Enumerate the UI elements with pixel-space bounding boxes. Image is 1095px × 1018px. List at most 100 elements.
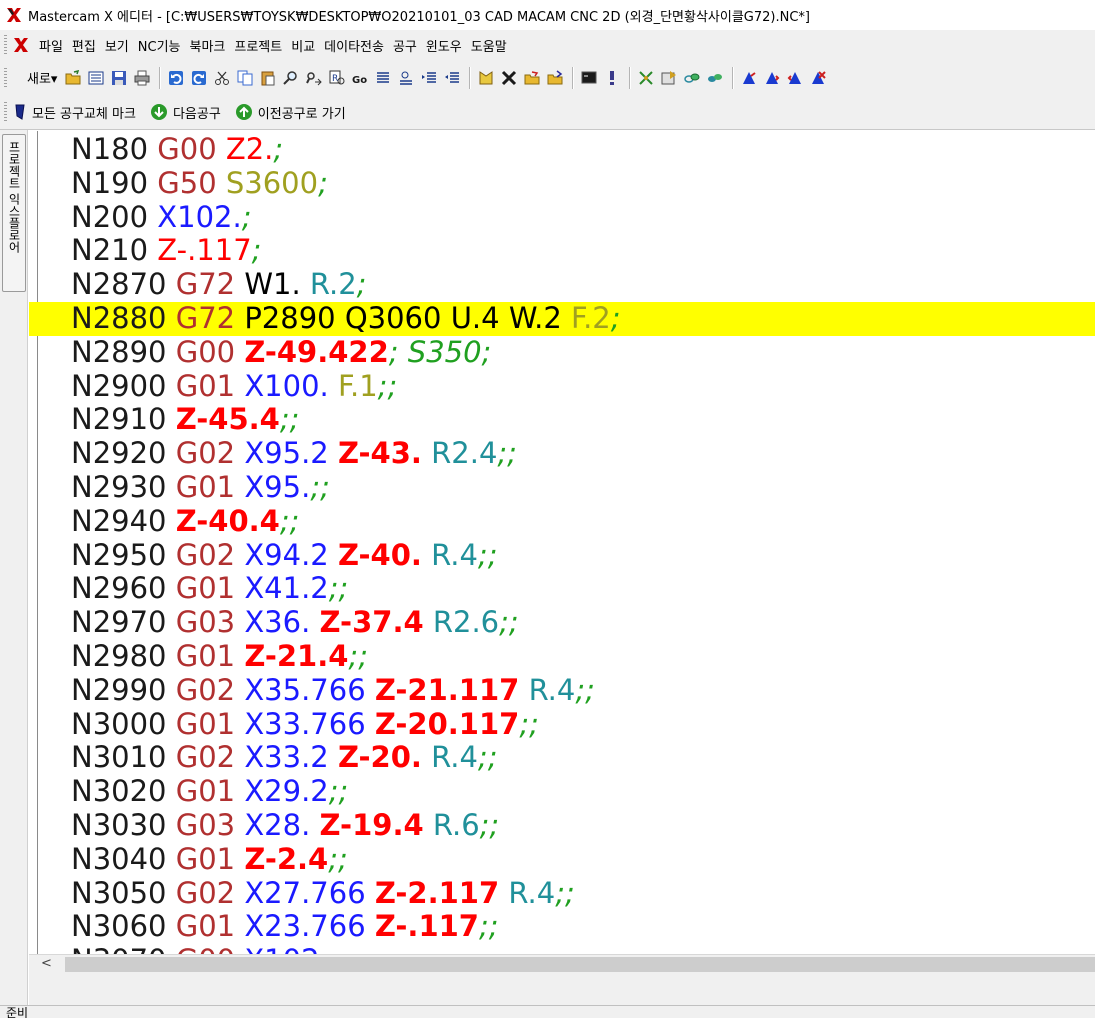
goto-icon[interactable]: Go <box>350 67 370 89</box>
toolbar-grip[interactable] <box>4 67 7 88</box>
code-token: ;; <box>328 774 349 809</box>
code-token: Z-40.4 <box>175 503 280 538</box>
menu-compare[interactable]: 비교 <box>287 36 319 55</box>
code-line[interactable]: N3060 G01 X23.766 Z-.117;; <box>71 909 1095 944</box>
open-recent-icon[interactable] <box>545 67 565 89</box>
menubar-grip[interactable] <box>4 35 7 55</box>
paste-icon[interactable] <box>258 67 278 89</box>
toolnav-grip[interactable] <box>4 102 7 122</box>
menu-file[interactable]: 파일 <box>35 36 67 55</box>
code-line[interactable]: N190 G50 S3600; <box>71 166 1095 201</box>
undo-icon[interactable] <box>166 67 186 89</box>
code-token: R2.4 <box>431 436 498 471</box>
code-line[interactable]: N2930 G01 X95.;; <box>71 470 1095 505</box>
marker-prev-icon[interactable] <box>785 67 805 89</box>
open-folder-icon[interactable] <box>63 67 83 89</box>
code-line[interactable]: N2870 G72 W1. R.2; <box>71 267 1095 302</box>
code-line[interactable]: N210 Z-.117; <box>71 233 1095 268</box>
code-line[interactable]: N2990 G02 X35.766 Z-21.117 R.4;; <box>71 673 1095 708</box>
marker-clear-icon[interactable] <box>808 67 828 89</box>
bookmark-link-icon[interactable] <box>682 67 702 89</box>
menu-project[interactable]: 프로젝트 <box>230 36 286 55</box>
bookmark-window-icon[interactable] <box>659 67 679 89</box>
outdent-icon[interactable] <box>442 67 462 89</box>
code-line[interactable]: N2980 G01 Z-21.4;; <box>71 639 1095 674</box>
code-line[interactable]: N3020 G01 X29.2;; <box>71 774 1095 809</box>
save-icon[interactable] <box>109 67 129 89</box>
prev-tool-label: 이전공구로 가기 <box>257 106 346 122</box>
next-tool-button[interactable]: 다음공구 <box>150 103 221 122</box>
code-token: N2870 <box>71 267 167 302</box>
code-token: X29.2 <box>244 774 329 809</box>
code-line[interactable]: N3030 G03 X28. Z-19.4 R.6;; <box>71 808 1095 843</box>
replace-icon[interactable]: R <box>327 67 347 89</box>
find-icon[interactable] <box>281 67 301 89</box>
mastercam-menu-icon[interactable] <box>13 37 29 53</box>
code-token: R.4 <box>431 537 478 572</box>
menu-view[interactable]: 보기 <box>101 36 133 55</box>
new-label: 새로 <box>27 72 51 87</box>
svg-text:Go: Go <box>352 75 367 86</box>
code-line[interactable]: N3050 G02 X27.766 Z-2.117 R.4;; <box>71 876 1095 911</box>
menu-tool[interactable]: 공구 <box>389 36 421 55</box>
renumber-icon[interactable] <box>476 67 496 89</box>
marker-next-icon[interactable] <box>762 67 782 89</box>
tool-mark-icon <box>15 104 25 120</box>
code-line[interactable]: N200 X102.; <box>71 200 1095 235</box>
bookmark-next-icon[interactable] <box>705 67 725 89</box>
bookmark-tools-icon[interactable] <box>636 67 656 89</box>
remove-numbers-icon[interactable] <box>499 67 519 89</box>
code-line[interactable]: N2960 G01 X41.2;; <box>71 571 1095 606</box>
alert-icon[interactable] <box>602 67 622 89</box>
code-token: N2900 <box>71 368 167 403</box>
code-line[interactable]: N2920 G02 X95.2 Z-43. R2.4;; <box>71 436 1095 471</box>
menu-window[interactable]: 윈도우 <box>422 36 466 55</box>
file-list-icon[interactable] <box>86 67 106 89</box>
code-line[interactable]: N3010 G02 X33.2 Z-20. R.4;; <box>71 740 1095 775</box>
find-next-icon[interactable] <box>304 67 324 89</box>
code-line[interactable]: N2950 G02 X94.2 Z-40. R.4;; <box>71 537 1095 573</box>
code-token: N3040 <box>71 841 167 876</box>
format-icon[interactable] <box>396 67 416 89</box>
side-panel: 프로젝트 익스플로어 <box>0 130 28 1005</box>
prev-tool-button[interactable]: 이전공구로 가기 <box>235 103 346 122</box>
cut-icon[interactable] <box>212 67 232 89</box>
all-tool-change-mark-button[interactable]: 모든 공구교체 마크 <box>13 103 136 122</box>
code-line[interactable]: N3000 G01 X33.766 Z-20.117;; <box>71 707 1095 742</box>
menu-data-transfer[interactable]: 데이타전송 <box>320 36 388 55</box>
menu-edit[interactable]: 편집 <box>68 36 100 55</box>
code-lines: N180 G00 Z2.; N190 G50 S3600; N200 X102.; N… <box>29 132 1095 954</box>
list-icon[interactable] <box>373 67 393 89</box>
menu-help[interactable]: 도움말 <box>467 36 511 55</box>
open-program-icon[interactable] <box>522 67 542 89</box>
code-token: Z2. <box>225 132 274 166</box>
new-button[interactable]: 새로▾ <box>13 68 61 87</box>
code-token: G01 <box>175 368 236 403</box>
indent-icon[interactable] <box>419 67 439 89</box>
editor-gutter <box>29 131 38 954</box>
code-line[interactable]: N180 G00 Z2.; <box>71 132 1095 167</box>
code-line[interactable]: N2970 G03 X36. Z-37.4 R2.6;; <box>71 605 1095 640</box>
scroll-left-icon[interactable]: < <box>41 956 52 971</box>
code-line[interactable]: N2890 G00 Z-49.422; S350; <box>71 335 1095 370</box>
print-icon[interactable] <box>132 67 152 89</box>
marker-add-icon[interactable] <box>739 67 759 89</box>
redo-icon[interactable] <box>189 67 209 89</box>
main-toolbar: 새로▾ R Go <box>0 60 1095 95</box>
copy-icon[interactable] <box>235 67 255 89</box>
project-explorer-tab[interactable]: 프로젝트 익스플로어 <box>2 134 26 292</box>
code-line[interactable]: N3040 G01 Z-2.4;; <box>71 841 1095 877</box>
code-line[interactable]: N3070 G00 X102.; <box>71 943 1095 954</box>
horizontal-scrollbar[interactable]: < <box>29 954 1095 974</box>
code-editor[interactable]: N180 G00 Z2.; N190 G50 S3600; N200 X102.; N… <box>29 131 1095 954</box>
edit-toolbar: R Go <box>164 64 465 92</box>
code-token: N2970 <box>71 605 167 640</box>
scrollbar-thumb[interactable] <box>65 957 1095 972</box>
code-line[interactable]: N2940 Z-40.4;; <box>71 503 1095 539</box>
code-line[interactable]: N2900 G01 X100. F.1;; <box>71 368 1095 404</box>
code-line-current[interactable]: N2880 G72 P2890 Q3060 U.4 W.2 F.2; <box>29 301 1095 336</box>
code-line[interactable]: N2910 Z-45.4;; <box>71 402 1095 437</box>
menu-bookmark[interactable]: 북마크 <box>186 36 230 55</box>
terminal-icon[interactable] <box>579 67 599 89</box>
menu-nc-functions[interactable]: NC기능 <box>134 36 185 55</box>
